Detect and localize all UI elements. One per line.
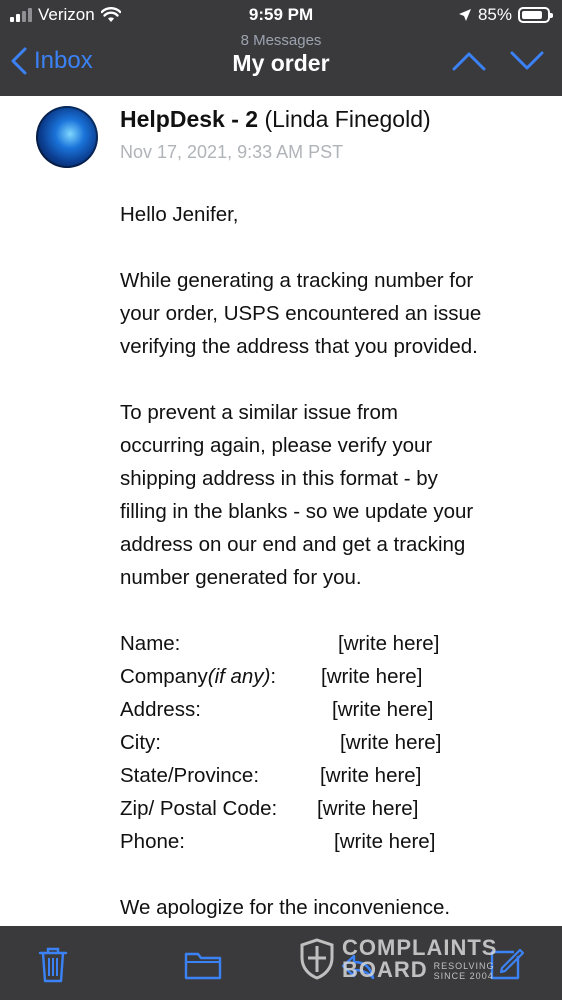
form-row-name: Name: [write here]	[120, 627, 550, 660]
form-label-italic: (if any)	[207, 665, 271, 688]
chevron-left-icon	[11, 47, 27, 75]
message-navigation	[452, 50, 544, 72]
address-form: Name: [write here] Company(if any): [wri…	[120, 627, 550, 858]
form-row-state: State/Province: [write here]	[120, 759, 550, 792]
form-label-colon: :	[270, 665, 277, 688]
form-row-zip: Zip/ Postal Code: [write here]	[120, 792, 550, 825]
watermark-line1: COMPLAINTS	[342, 935, 498, 960]
form-label: Zip/ Postal Code:	[120, 797, 278, 820]
greeting: Hello Jenifer,	[120, 203, 239, 226]
paragraph-line: shipping address in this format - by	[120, 467, 438, 490]
form-label: City:	[120, 731, 161, 754]
top-navigation-bar: Verizon 9:59 PM 85% 8 Messages My order …	[0, 0, 562, 96]
paragraph-line: verifying the address that you provided.	[120, 335, 478, 358]
form-value: [write here]	[320, 764, 422, 787]
form-row-city: City: [write here]	[120, 726, 550, 759]
email-screen: Verizon 9:59 PM 85% 8 Messages My order …	[0, 0, 562, 1000]
complaintsboard-watermark: COMPLAINTS BOARD RESOLVING SINCE 2004	[300, 934, 520, 984]
trash-icon[interactable]	[36, 946, 70, 984]
next-message-chevron-down-icon[interactable]	[510, 50, 544, 72]
paragraph-line: occurring again, please verify your	[120, 434, 433, 457]
sender-line[interactable]: HelpDesk - 2 (Linda Finegold)	[120, 106, 431, 133]
form-label: Phone:	[120, 830, 185, 853]
form-row-address: Address: [write here]	[120, 693, 550, 726]
form-label: State/Province:	[120, 764, 260, 787]
paragraph-line: your order, USPS encountered an issue	[120, 302, 482, 325]
message-date: Nov 17, 2021, 9:33 AM PST	[120, 142, 344, 162]
form-label: Name:	[120, 632, 181, 655]
sender-avatar[interactable]	[36, 106, 98, 168]
watermark-row: BOARD RESOLVING SINCE 2004	[342, 957, 497, 982]
form-value: [write here]	[334, 830, 436, 853]
watermark-tag1: RESOLVING	[433, 961, 495, 971]
shield-logo-icon	[300, 938, 334, 980]
status-right: 85%	[458, 5, 553, 25]
form-label-text: Company	[120, 665, 208, 688]
paragraph-line: address on our end and get a tracking	[120, 533, 466, 556]
form-value: [write here]	[332, 698, 434, 721]
sender-detail: (Linda Finegold)	[264, 106, 431, 132]
watermark-tagline: RESOLVING SINCE 2004	[434, 961, 495, 981]
form-row-phone: Phone: [write here]	[120, 825, 550, 858]
closing-line: We apologize for the inconvenience.	[120, 896, 451, 919]
paragraph-2: To prevent a similar issue from occurrin…	[120, 396, 550, 594]
paragraph-line: filling in the blanks - so we update you…	[120, 500, 474, 523]
form-value: [write here]	[317, 797, 419, 820]
watermark-line2: BOARD	[342, 957, 428, 982]
previous-message-chevron-up-icon[interactable]	[452, 50, 486, 72]
back-label: Inbox	[34, 47, 93, 74]
paragraph-line: While generating a tracking number for	[120, 269, 474, 292]
form-row-company: Company(if any): [write here]	[120, 660, 550, 693]
form-value: [write here]	[340, 731, 442, 754]
message-body: Hello Jenifer, While generating a tracki…	[120, 198, 550, 957]
paragraph-line: To prevent a similar issue from	[120, 401, 398, 424]
back-to-inbox-button[interactable]: Inbox	[10, 46, 93, 76]
sender-name: HelpDesk - 2	[120, 106, 259, 132]
form-value: [write here]	[321, 665, 423, 688]
location-arrow-icon	[458, 9, 471, 21]
form-label: Company(if any):	[120, 660, 321, 693]
paragraph-line: number generated for you.	[120, 566, 362, 589]
status-bar: Verizon 9:59 PM 85%	[0, 4, 562, 30]
folder-icon[interactable]	[184, 950, 222, 980]
battery-icon	[518, 7, 553, 23]
paragraph-1: While generating a tracking number for y…	[120, 264, 550, 363]
watermark-tag2: SINCE 2004	[433, 971, 494, 981]
form-label: Address:	[120, 698, 201, 721]
form-value: [write here]	[338, 632, 440, 655]
watermark-text: COMPLAINTS BOARD RESOLVING SINCE 2004	[342, 935, 498, 982]
battery-percent: 85%	[477, 5, 512, 24]
